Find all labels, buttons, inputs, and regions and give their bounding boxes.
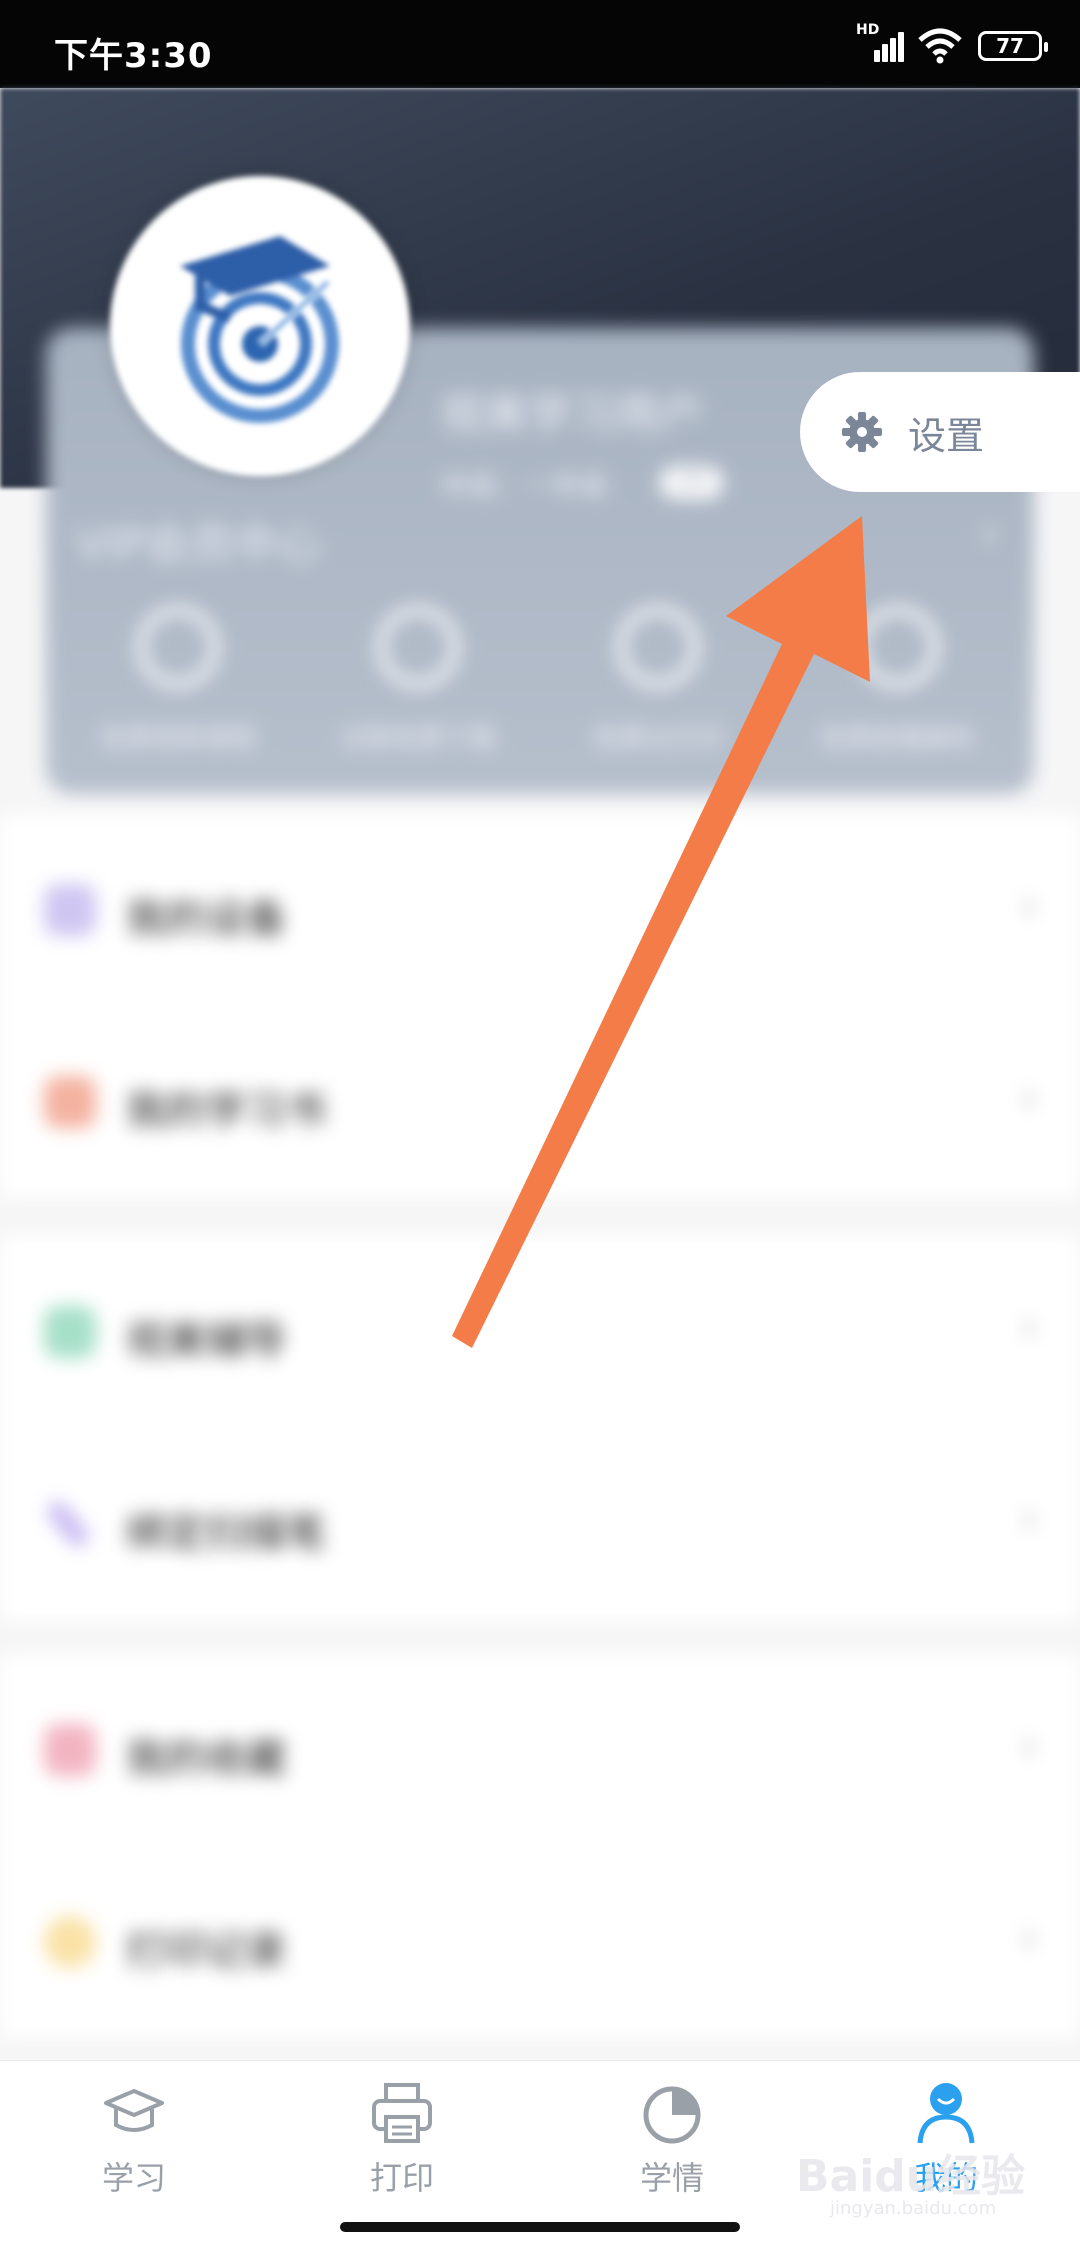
tutoring-icon [44, 1306, 96, 1358]
pen-icon [43, 1497, 93, 1551]
watermark-url: jingyan.baidu.com [830, 2198, 997, 2219]
app-logo-icon [180, 236, 339, 423]
menu-group: 我的设备 › 我的学习书 › [0, 814, 1080, 1198]
benefit-label: 免费云打印 [592, 724, 723, 754]
menu-item-label: 我的设备 [126, 896, 286, 942]
menu-item-label: 绑定扫描笔 [126, 1510, 326, 1556]
user-grade: 年级：一年级 [440, 469, 609, 502]
tab-analysis[interactable]: 学情 [592, 2079, 752, 2199]
gear-icon [842, 412, 882, 452]
menu-item-label: 我的学习书 [126, 1088, 326, 1134]
user-icon [917, 2083, 975, 2144]
avatar[interactable] [110, 176, 410, 476]
benefit-item[interactable]: 试卷免费下载 [298, 606, 538, 755]
chevron-right-icon: › [1020, 1494, 1038, 1545]
benefit-icon [137, 606, 219, 688]
settings-label: 设置 [908, 413, 985, 458]
chevron-right-icon: › [1020, 1720, 1038, 1771]
menu-group: 我的收藏 › 打印记录 › [0, 1654, 1080, 2038]
tab-label: 打印 [369, 2159, 434, 2197]
menu-item-tutoring[interactable]: 视美辅导 › [0, 1236, 1080, 1428]
device-icon [44, 884, 96, 936]
menu-item-label: 视美辅导 [126, 1318, 286, 1364]
graduation-cap-icon [104, 2089, 164, 2132]
tab-study[interactable]: 学习 [54, 2079, 214, 2199]
benefit-icon [617, 606, 699, 688]
chevron-right-icon: › [1020, 1912, 1038, 1963]
pie-chart-icon [643, 2086, 701, 2144]
book-icon [44, 1076, 96, 1128]
vip-badge: VIP [660, 466, 723, 499]
printer-icon [372, 2083, 432, 2143]
menu-item-label: 打印记录 [126, 1928, 286, 1974]
tab-label: 学情 [639, 2159, 704, 2197]
print-record-icon [44, 1916, 96, 1968]
menu-item-my-devices[interactable]: 我的设备 › [0, 814, 1080, 1006]
chevron-right-icon[interactable]: › [982, 510, 998, 556]
user-name: 视美学习用户 [440, 389, 704, 440]
tab-print[interactable]: 打印 [322, 2079, 482, 2199]
menu-item-my-books[interactable]: 我的学习书 › [0, 1006, 1080, 1198]
watermark: Baidu经验 [796, 2151, 1026, 2202]
vip-center-title[interactable]: VIP会员中心 [76, 508, 322, 572]
favorites-icon [44, 1724, 96, 1776]
menu-item-print-records[interactable]: 打印记录 › [0, 1846, 1080, 2038]
chevron-right-icon: › [1020, 1072, 1038, 1123]
menu-item-label: 我的收藏 [126, 1736, 286, 1782]
benefit-icon [377, 606, 459, 688]
benefit-item[interactable]: 免费查看解析 [778, 606, 1018, 755]
benefit-item[interactable]: 免费云打印 [538, 606, 778, 755]
chevron-right-icon: › [1020, 1302, 1038, 1353]
benefit-item[interactable]: 免费视频课程 [58, 606, 298, 755]
benefit-icon [857, 606, 939, 688]
settings-button[interactable]: 设置 [800, 372, 1080, 492]
benefit-label: 免费查看解析 [819, 724, 976, 754]
benefit-label: 试卷免费下载 [339, 724, 496, 754]
benefit-label: 免费视频课程 [99, 724, 256, 754]
tab-label: 学习 [101, 2159, 166, 2197]
home-indicator[interactable] [340, 2222, 740, 2232]
menu-item-bind-pen[interactable]: 绑定扫描笔 › [0, 1428, 1080, 1620]
menu-group: 视美辅导 › 绑定扫描笔 › [0, 1236, 1080, 1620]
chevron-right-icon: › [1020, 880, 1038, 931]
menu-item-favorites[interactable]: 我的收藏 › [0, 1654, 1080, 1846]
